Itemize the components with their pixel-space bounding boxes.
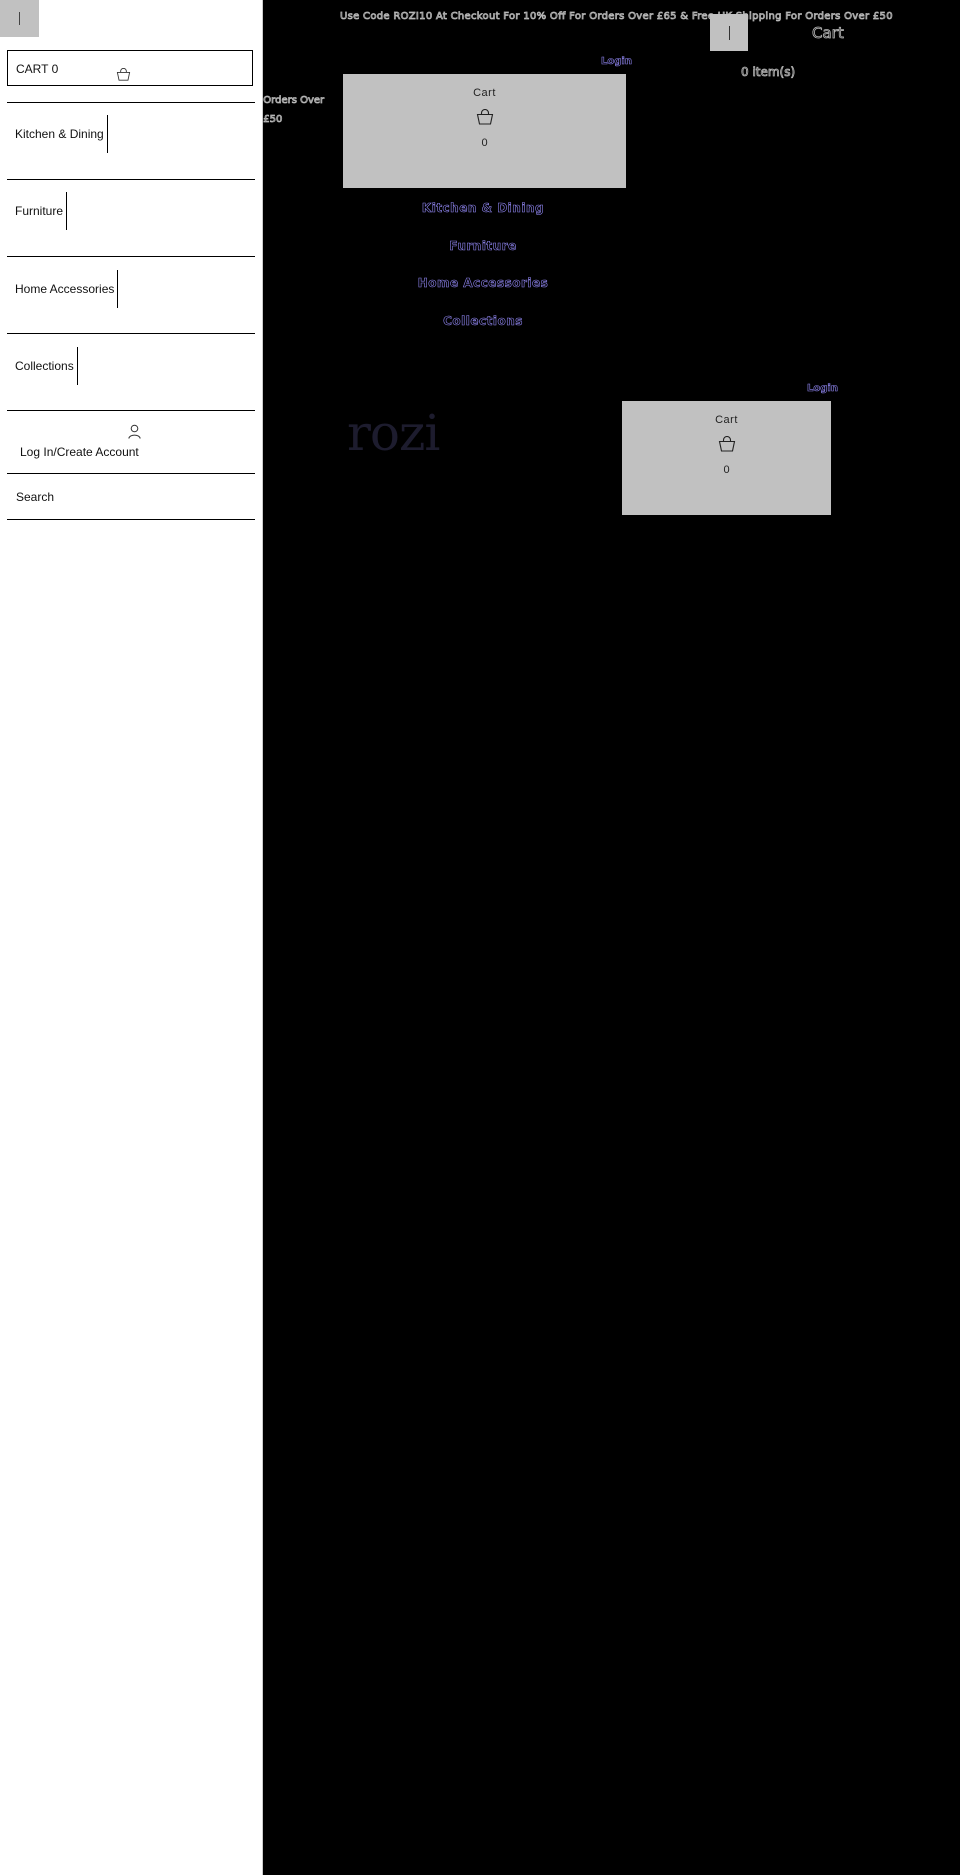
header-cart-link[interactable]: Cart <box>812 24 845 43</box>
nav-item-home-accessories[interactable]: Home Accessories <box>343 275 623 313</box>
drawer-item-label: Kitchen & Dining <box>15 127 104 141</box>
login-link[interactable]: Login <box>807 383 839 395</box>
site-logo[interactable]: rozi <box>347 404 440 462</box>
announcement-fragment: r Orders Over <box>256 95 325 107</box>
mobile-menu-drawer: CART 0 Kitchen & Dining Furniture Home A… <box>0 0 262 1875</box>
drawer-item-label: Home Accessories <box>15 282 115 296</box>
account-label: Log In/Create Account <box>20 445 139 459</box>
item-separator <box>117 270 119 308</box>
drawer-item-furniture[interactable]: Furniture <box>7 192 68 230</box>
drawer-item-kitchen-dining[interactable]: Kitchen & Dining <box>7 115 108 153</box>
nav-item-collections[interactable]: Collections <box>343 313 623 351</box>
drawer-close-button[interactable] <box>0 0 39 37</box>
drawer-search[interactable]: Search <box>16 490 54 504</box>
account-link[interactable]: Log In/Create Account <box>20 424 250 464</box>
nav-item-kitchen-dining[interactable]: Kitchen & Dining <box>343 200 623 238</box>
drawer-cart-label: CART 0 <box>16 62 59 76</box>
user-icon <box>128 424 141 439</box>
hamburger-icon <box>729 26 730 40</box>
nav-item-furniture[interactable]: Furniture <box>343 238 623 276</box>
drawer-item-label: Furniture <box>15 204 64 218</box>
drawer-cart-button[interactable]: CART 0 <box>7 50 253 86</box>
item-separator <box>106 115 108 153</box>
cart-widget-count: 0 <box>723 464 730 476</box>
cart-widget-count: 0 <box>481 137 488 149</box>
cart-widget-label: Cart <box>473 87 496 99</box>
drawer-item-label: Collections <box>15 359 74 373</box>
menu-divider <box>7 179 255 180</box>
shopping-basket-icon <box>116 68 131 81</box>
menu-toggle-button[interactable] <box>710 14 748 51</box>
login-link[interactable]: Login <box>601 56 633 68</box>
menu-divider <box>7 519 255 520</box>
drawer-item-collections[interactable]: Collections <box>7 347 78 385</box>
announcement-bar: Use Code ROZI10 At Checkout For 10% Off … <box>340 11 893 23</box>
menu-divider <box>7 333 255 334</box>
drawer-item-home-accessories[interactable]: Home Accessories <box>7 270 119 308</box>
main-nav: Kitchen & Dining Furniture Home Accessor… <box>343 200 623 350</box>
shopping-basket-icon <box>718 436 735 452</box>
menu-divider <box>7 102 255 103</box>
cart-widget[interactable]: Cart 0 <box>622 401 831 515</box>
menu-divider <box>7 410 255 411</box>
cart-widget[interactable]: Cart 0 <box>343 74 626 188</box>
cart-widget-label: Cart <box>715 414 738 426</box>
shopping-basket-icon <box>476 109 493 125</box>
menu-divider <box>7 256 255 257</box>
item-separator <box>76 347 78 385</box>
hamburger-icon <box>19 12 20 25</box>
menu-divider <box>7 473 255 474</box>
item-separator <box>66 192 68 230</box>
cart-item-count: 0 item(s) <box>741 65 796 80</box>
